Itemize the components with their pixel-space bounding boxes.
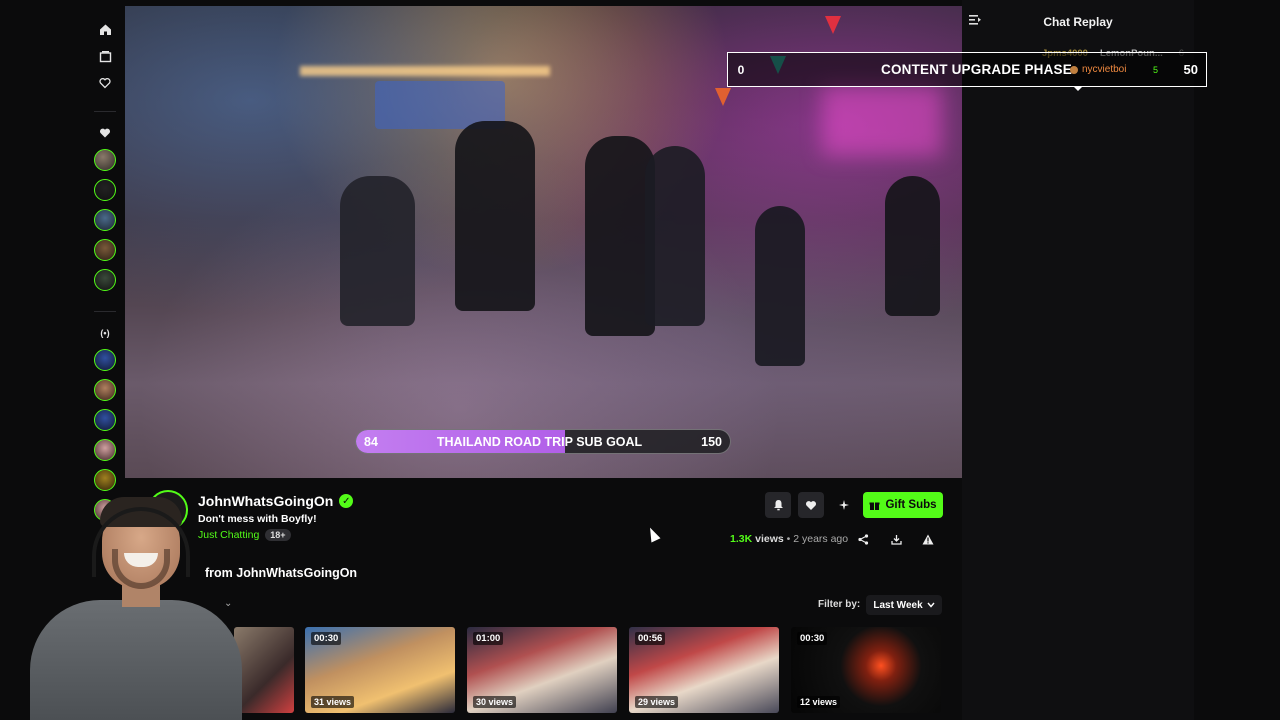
video-scene-person — [645, 146, 705, 326]
sidebar-channel-avatar[interactable] — [94, 179, 116, 201]
sub-goal-current: 84 — [364, 434, 378, 449]
caret-down-icon — [1073, 86, 1083, 91]
video-scene-person — [455, 121, 535, 311]
clip-duration: 00:30 — [797, 632, 828, 645]
mature-badge: 18+ — [265, 529, 291, 541]
sidebar-channel-avatar[interactable] — [94, 149, 116, 171]
clip-thumbnail[interactable] — [234, 627, 294, 713]
clip-duration: 00:56 — [635, 632, 666, 645]
gift-icon — [869, 502, 880, 510]
sub-goal-target: 150 — [701, 434, 722, 449]
clip-thumbnail[interactable]: 00:30 31 views — [305, 627, 455, 713]
follow-heart-button[interactable] — [798, 492, 824, 518]
heart-icon[interactable] — [94, 72, 116, 94]
gift-subs-button[interactable]: Gift Subs — [863, 492, 943, 518]
sidebar-channel-avatar[interactable] — [94, 469, 116, 491]
sidebar-divider — [94, 311, 116, 312]
verified-icon: ✓ — [339, 494, 354, 508]
collapse-chat-icon[interactable] — [969, 14, 983, 28]
clip-views: 12 views — [797, 696, 841, 708]
following-heart-icon — [94, 122, 116, 144]
video-scene-person — [755, 206, 805, 366]
streamer-facecam — [30, 495, 242, 720]
sparkle-icon[interactable] — [831, 492, 857, 518]
gift-subs-label: Gift Subs — [885, 499, 937, 511]
page-right-margin — [1194, 0, 1280, 720]
sidebar-channel-avatar[interactable] — [94, 439, 116, 461]
view-count: 1.3K — [730, 533, 753, 545]
chat-title: Chat Replay — [1043, 15, 1113, 29]
upgrade-user-count: 5 — [1153, 64, 1159, 75]
report-warning-icon[interactable] — [920, 531, 936, 547]
home-icon[interactable] — [94, 18, 116, 40]
sidebar-channel-avatar[interactable] — [94, 209, 116, 231]
clip-views: 31 views — [311, 696, 355, 708]
clip-duration: 00:30 — [311, 632, 342, 645]
chat-panel: Chat Replay Jpms4000 LemonPoun... 6 — [962, 0, 1194, 720]
upgrade-username: nycvietboi — [1082, 64, 1127, 75]
video-age: • 2 years ago — [786, 533, 849, 545]
sidebar-channel-avatar[interactable] — [94, 349, 116, 371]
upgrade-right-value: 50 — [1183, 62, 1198, 77]
video-scene-person — [340, 176, 415, 326]
video-scene-neon — [822, 86, 942, 156]
clip-thumbnail[interactable]: 00:30 12 views — [791, 627, 941, 713]
notification-bell-button[interactable] — [765, 492, 791, 518]
live-broadcast-icon: (•) — [100, 328, 110, 338]
download-icon[interactable] — [888, 531, 904, 547]
following-icon[interactable] — [94, 45, 116, 67]
sidebar-channel-avatar[interactable] — [94, 379, 116, 401]
video-scene-person — [885, 176, 940, 316]
sub-goal-bar: 84 THAILAND ROAD TRIP SUB GOAL 150 — [355, 429, 731, 454]
clips-row: 00:30 31 views 01:00 30 views 00:56 29 v… — [234, 627, 944, 713]
upgrade-left-value: 0 — [737, 62, 745, 77]
share-icon[interactable] — [855, 531, 871, 547]
content-upgrade-banner: 0 CONTENT UPGRADE PHASE nycvietboi 5 50 — [727, 52, 1207, 87]
mouse-cursor-icon — [645, 525, 661, 543]
sidebar-divider — [94, 111, 116, 112]
upgrade-user: nycvietboi — [1070, 64, 1126, 75]
sidebar-channel-avatar[interactable] — [94, 269, 116, 291]
filter-label: Filter by: — [818, 599, 861, 610]
clip-duration: 01:00 — [473, 632, 504, 645]
chevron-down-icon — [927, 602, 935, 608]
chat-header: Chat Replay — [962, 0, 1194, 44]
upgrade-title: CONTENT UPGRADE PHASE — [881, 62, 1072, 77]
sidebar-channel-avatar[interactable] — [94, 409, 116, 431]
clip-views: 30 views — [473, 696, 517, 708]
clip-thumbnail[interactable]: 01:00 30 views — [467, 627, 617, 713]
video-scene-flag — [825, 16, 841, 34]
view-label: views — [755, 533, 784, 545]
video-stats: 1.3K views • 2 years ago — [730, 533, 848, 545]
sub-goal-title: THAILAND ROAD TRIP SUB GOAL — [436, 434, 643, 449]
sidebar-channel-avatar[interactable] — [94, 239, 116, 261]
filter-dropdown[interactable]: Last Week — [866, 595, 942, 615]
clip-views: 29 views — [635, 696, 679, 708]
video-scene-light — [300, 66, 550, 76]
filter-value: Last Week — [873, 599, 923, 611]
facecam-body — [30, 600, 242, 720]
user-badge-icon — [1070, 65, 1078, 74]
video-scene-flag — [715, 88, 731, 106]
clip-thumbnail[interactable]: 00:56 29 views — [629, 627, 779, 713]
